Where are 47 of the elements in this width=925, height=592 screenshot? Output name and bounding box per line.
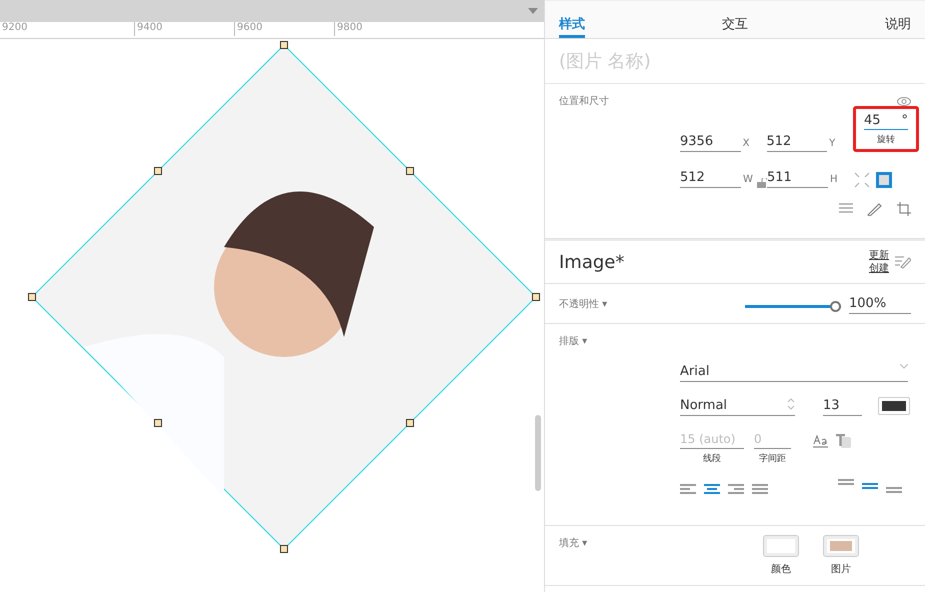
field-caption: 线段 [703, 452, 721, 465]
scrollbar[interactable] [535, 415, 541, 491]
dropdown-caret-icon[interactable] [528, 8, 538, 14]
edit-icon[interactable] [895, 255, 911, 269]
unlocked-icon[interactable] [757, 178, 767, 188]
font-color-swatch[interactable] [878, 397, 910, 415]
section-title: 位置和尺寸 [559, 94, 609, 108]
fit-icon[interactable] [876, 172, 892, 188]
align-button[interactable] [680, 483, 696, 495]
align-button[interactable] [728, 483, 744, 495]
field-caption: 字间距 [759, 452, 786, 465]
rotation-control[interactable]: 45 ° 旋转 [853, 106, 919, 152]
ruler-label: 9600 [234, 22, 334, 36]
photo-placeholder [830, 541, 852, 551]
crop-icon[interactable] [897, 202, 911, 216]
field-unit: W [742, 174, 753, 187]
tab[interactable]: 交互 [722, 1, 748, 38]
number-field[interactable]: 9356 [680, 132, 741, 152]
font-dropdown[interactable]: Arial [680, 362, 908, 382]
ruler-label: 9800 [334, 22, 434, 36]
section-title[interactable]: 填充 ▾ [559, 536, 764, 550]
field-unit: H [829, 174, 839, 187]
section-title[interactable]: 排版 ▾ [559, 334, 911, 348]
style-link[interactable]: 更新 [869, 249, 889, 262]
eye-icon[interactable] [897, 96, 911, 106]
style-link[interactable]: 创建 [869, 262, 889, 275]
align-button[interactable] [704, 483, 720, 495]
style-name: Image* [559, 252, 624, 272]
tab[interactable]: 说明 [885, 1, 911, 38]
field-unit: Y [828, 138, 836, 151]
ruler-label: 9400 [134, 22, 234, 36]
number-field[interactable]: 511 [767, 168, 828, 188]
field-unit: X [742, 138, 750, 151]
number-field[interactable]: 512 [766, 132, 828, 152]
pen-icon[interactable] [867, 202, 883, 216]
expand-icon[interactable] [854, 172, 870, 188]
text-shadow-icon[interactable] [836, 434, 851, 448]
opacity-field[interactable]: 100% [849, 294, 911, 314]
ruler-label: 9200 [0, 22, 99, 36]
number-field[interactable]: 512 [680, 168, 741, 188]
align-button[interactable] [752, 483, 768, 495]
stepper-icon [787, 398, 795, 410]
text-case-icon[interactable] [813, 434, 828, 448]
section-title[interactable]: 不透明性 ▾ [559, 296, 608, 310]
weight-dropdown[interactable]: Normal [680, 396, 795, 416]
chevron-icon [900, 364, 908, 369]
font-size-field[interactable]: 13 [823, 396, 862, 416]
